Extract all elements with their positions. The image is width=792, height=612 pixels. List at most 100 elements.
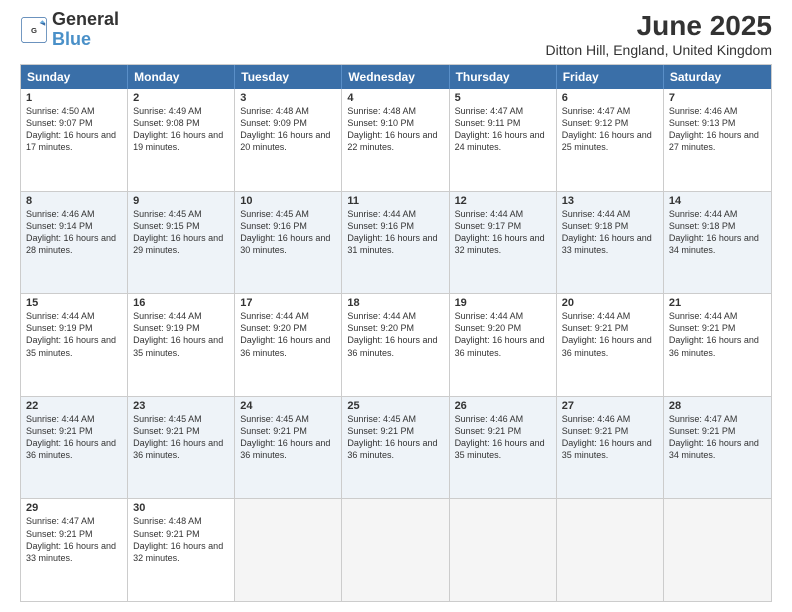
cal-cell: 17Sunrise: 4:44 AMSunset: 9:20 PMDayligh…: [235, 294, 342, 396]
day-number: 24: [240, 400, 336, 412]
logo-text: General Blue: [52, 10, 119, 50]
cal-cell: 11Sunrise: 4:44 AMSunset: 9:16 PMDayligh…: [342, 192, 449, 294]
cal-cell: 9Sunrise: 4:45 AMSunset: 9:15 PMDaylight…: [128, 192, 235, 294]
cell-text: Sunrise: 4:45 AMSunset: 9:16 PMDaylight:…: [240, 208, 336, 257]
cal-header-day: Wednesday: [342, 65, 449, 89]
day-number: 5: [455, 92, 551, 104]
cell-text: Sunrise: 4:47 AMSunset: 9:12 PMDaylight:…: [562, 105, 658, 154]
day-number: 12: [455, 195, 551, 207]
day-number: 9: [133, 195, 229, 207]
calendar-row: 22Sunrise: 4:44 AMSunset: 9:21 PMDayligh…: [21, 397, 771, 500]
cell-text: Sunrise: 4:45 AMSunset: 9:21 PMDaylight:…: [133, 413, 229, 462]
cal-cell-empty: [342, 499, 449, 601]
cell-text: Sunrise: 4:45 AMSunset: 9:21 PMDaylight:…: [240, 413, 336, 462]
day-number: 13: [562, 195, 658, 207]
cal-cell-empty: [557, 499, 664, 601]
cal-cell: 15Sunrise: 4:44 AMSunset: 9:19 PMDayligh…: [21, 294, 128, 396]
title-block: June 2025 Ditton Hill, England, United K…: [546, 10, 772, 58]
cal-cell: 4Sunrise: 4:48 AMSunset: 9:10 PMDaylight…: [342, 89, 449, 191]
cell-text: Sunrise: 4:46 AMSunset: 9:13 PMDaylight:…: [669, 105, 766, 154]
calendar-header: SundayMondayTuesdayWednesdayThursdayFrid…: [21, 65, 771, 89]
cal-cell: 29Sunrise: 4:47 AMSunset: 9:21 PMDayligh…: [21, 499, 128, 601]
header: G General Blue June 2025 Ditton Hill, En…: [20, 10, 772, 58]
cell-text: Sunrise: 4:48 AMSunset: 9:09 PMDaylight:…: [240, 105, 336, 154]
cal-header-day: Tuesday: [235, 65, 342, 89]
cal-cell: 26Sunrise: 4:46 AMSunset: 9:21 PMDayligh…: [450, 397, 557, 499]
cal-cell: 27Sunrise: 4:46 AMSunset: 9:21 PMDayligh…: [557, 397, 664, 499]
logo-icon: G: [20, 16, 48, 44]
cal-cell: 16Sunrise: 4:44 AMSunset: 9:19 PMDayligh…: [128, 294, 235, 396]
cell-text: Sunrise: 4:44 AMSunset: 9:18 PMDaylight:…: [562, 208, 658, 257]
cell-text: Sunrise: 4:45 AMSunset: 9:15 PMDaylight:…: [133, 208, 229, 257]
cell-text: Sunrise: 4:44 AMSunset: 9:21 PMDaylight:…: [26, 413, 122, 462]
page-title: June 2025: [546, 10, 772, 42]
cal-cell: 20Sunrise: 4:44 AMSunset: 9:21 PMDayligh…: [557, 294, 664, 396]
cell-text: Sunrise: 4:50 AMSunset: 9:07 PMDaylight:…: [26, 105, 122, 154]
logo: G General Blue: [20, 10, 119, 50]
cell-text: Sunrise: 4:48 AMSunset: 9:10 PMDaylight:…: [347, 105, 443, 154]
cal-header-day: Friday: [557, 65, 664, 89]
day-number: 2: [133, 92, 229, 104]
cell-text: Sunrise: 4:47 AMSunset: 9:21 PMDaylight:…: [669, 413, 766, 462]
day-number: 20: [562, 297, 658, 309]
calendar-body: 1Sunrise: 4:50 AMSunset: 9:07 PMDaylight…: [21, 89, 771, 601]
cell-text: Sunrise: 4:44 AMSunset: 9:16 PMDaylight:…: [347, 208, 443, 257]
day-number: 28: [669, 400, 766, 412]
cal-cell: 25Sunrise: 4:45 AMSunset: 9:21 PMDayligh…: [342, 397, 449, 499]
day-number: 4: [347, 92, 443, 104]
day-number: 16: [133, 297, 229, 309]
cell-text: Sunrise: 4:49 AMSunset: 9:08 PMDaylight:…: [133, 105, 229, 154]
calendar-row: 15Sunrise: 4:44 AMSunset: 9:19 PMDayligh…: [21, 294, 771, 397]
logo-blue: Blue: [52, 30, 119, 50]
logo-general: General: [52, 10, 119, 30]
cell-text: Sunrise: 4:46 AMSunset: 9:14 PMDaylight:…: [26, 208, 122, 257]
cell-text: Sunrise: 4:45 AMSunset: 9:21 PMDaylight:…: [347, 413, 443, 462]
cell-text: Sunrise: 4:44 AMSunset: 9:19 PMDaylight:…: [26, 310, 122, 359]
day-number: 23: [133, 400, 229, 412]
day-number: 18: [347, 297, 443, 309]
cell-text: Sunrise: 4:46 AMSunset: 9:21 PMDaylight:…: [455, 413, 551, 462]
cal-cell: 6Sunrise: 4:47 AMSunset: 9:12 PMDaylight…: [557, 89, 664, 191]
cal-cell: 2Sunrise: 4:49 AMSunset: 9:08 PMDaylight…: [128, 89, 235, 191]
cal-cell: 13Sunrise: 4:44 AMSunset: 9:18 PMDayligh…: [557, 192, 664, 294]
day-number: 29: [26, 502, 122, 514]
day-number: 1: [26, 92, 122, 104]
day-number: 11: [347, 195, 443, 207]
day-number: 17: [240, 297, 336, 309]
page: G General Blue June 2025 Ditton Hill, En…: [0, 0, 792, 612]
cal-header-day: Sunday: [21, 65, 128, 89]
cal-cell: 12Sunrise: 4:44 AMSunset: 9:17 PMDayligh…: [450, 192, 557, 294]
cal-cell: 23Sunrise: 4:45 AMSunset: 9:21 PMDayligh…: [128, 397, 235, 499]
day-number: 8: [26, 195, 122, 207]
cal-cell: 28Sunrise: 4:47 AMSunset: 9:21 PMDayligh…: [664, 397, 771, 499]
cal-cell: 3Sunrise: 4:48 AMSunset: 9:09 PMDaylight…: [235, 89, 342, 191]
day-number: 6: [562, 92, 658, 104]
cell-text: Sunrise: 4:44 AMSunset: 9:21 PMDaylight:…: [562, 310, 658, 359]
cell-text: Sunrise: 4:47 AMSunset: 9:21 PMDaylight:…: [26, 515, 122, 564]
day-number: 22: [26, 400, 122, 412]
day-number: 30: [133, 502, 229, 514]
cal-cell: 24Sunrise: 4:45 AMSunset: 9:21 PMDayligh…: [235, 397, 342, 499]
cell-text: Sunrise: 4:48 AMSunset: 9:21 PMDaylight:…: [133, 515, 229, 564]
day-number: 27: [562, 400, 658, 412]
cal-cell: 5Sunrise: 4:47 AMSunset: 9:11 PMDaylight…: [450, 89, 557, 191]
day-number: 15: [26, 297, 122, 309]
svg-text:G: G: [31, 26, 37, 35]
cell-text: Sunrise: 4:44 AMSunset: 9:19 PMDaylight:…: [133, 310, 229, 359]
cal-cell: 1Sunrise: 4:50 AMSunset: 9:07 PMDaylight…: [21, 89, 128, 191]
calendar-row: 29Sunrise: 4:47 AMSunset: 9:21 PMDayligh…: [21, 499, 771, 601]
cell-text: Sunrise: 4:47 AMSunset: 9:11 PMDaylight:…: [455, 105, 551, 154]
calendar-row: 8Sunrise: 4:46 AMSunset: 9:14 PMDaylight…: [21, 192, 771, 295]
cal-cell: 8Sunrise: 4:46 AMSunset: 9:14 PMDaylight…: [21, 192, 128, 294]
cell-text: Sunrise: 4:46 AMSunset: 9:21 PMDaylight:…: [562, 413, 658, 462]
cal-cell: 10Sunrise: 4:45 AMSunset: 9:16 PMDayligh…: [235, 192, 342, 294]
cell-text: Sunrise: 4:44 AMSunset: 9:20 PMDaylight:…: [240, 310, 336, 359]
day-number: 3: [240, 92, 336, 104]
cal-header-day: Monday: [128, 65, 235, 89]
cal-header-day: Thursday: [450, 65, 557, 89]
calendar: SundayMondayTuesdayWednesdayThursdayFrid…: [20, 64, 772, 602]
cal-cell: 18Sunrise: 4:44 AMSunset: 9:20 PMDayligh…: [342, 294, 449, 396]
day-number: 19: [455, 297, 551, 309]
cal-cell-empty: [235, 499, 342, 601]
cell-text: Sunrise: 4:44 AMSunset: 9:21 PMDaylight:…: [669, 310, 766, 359]
